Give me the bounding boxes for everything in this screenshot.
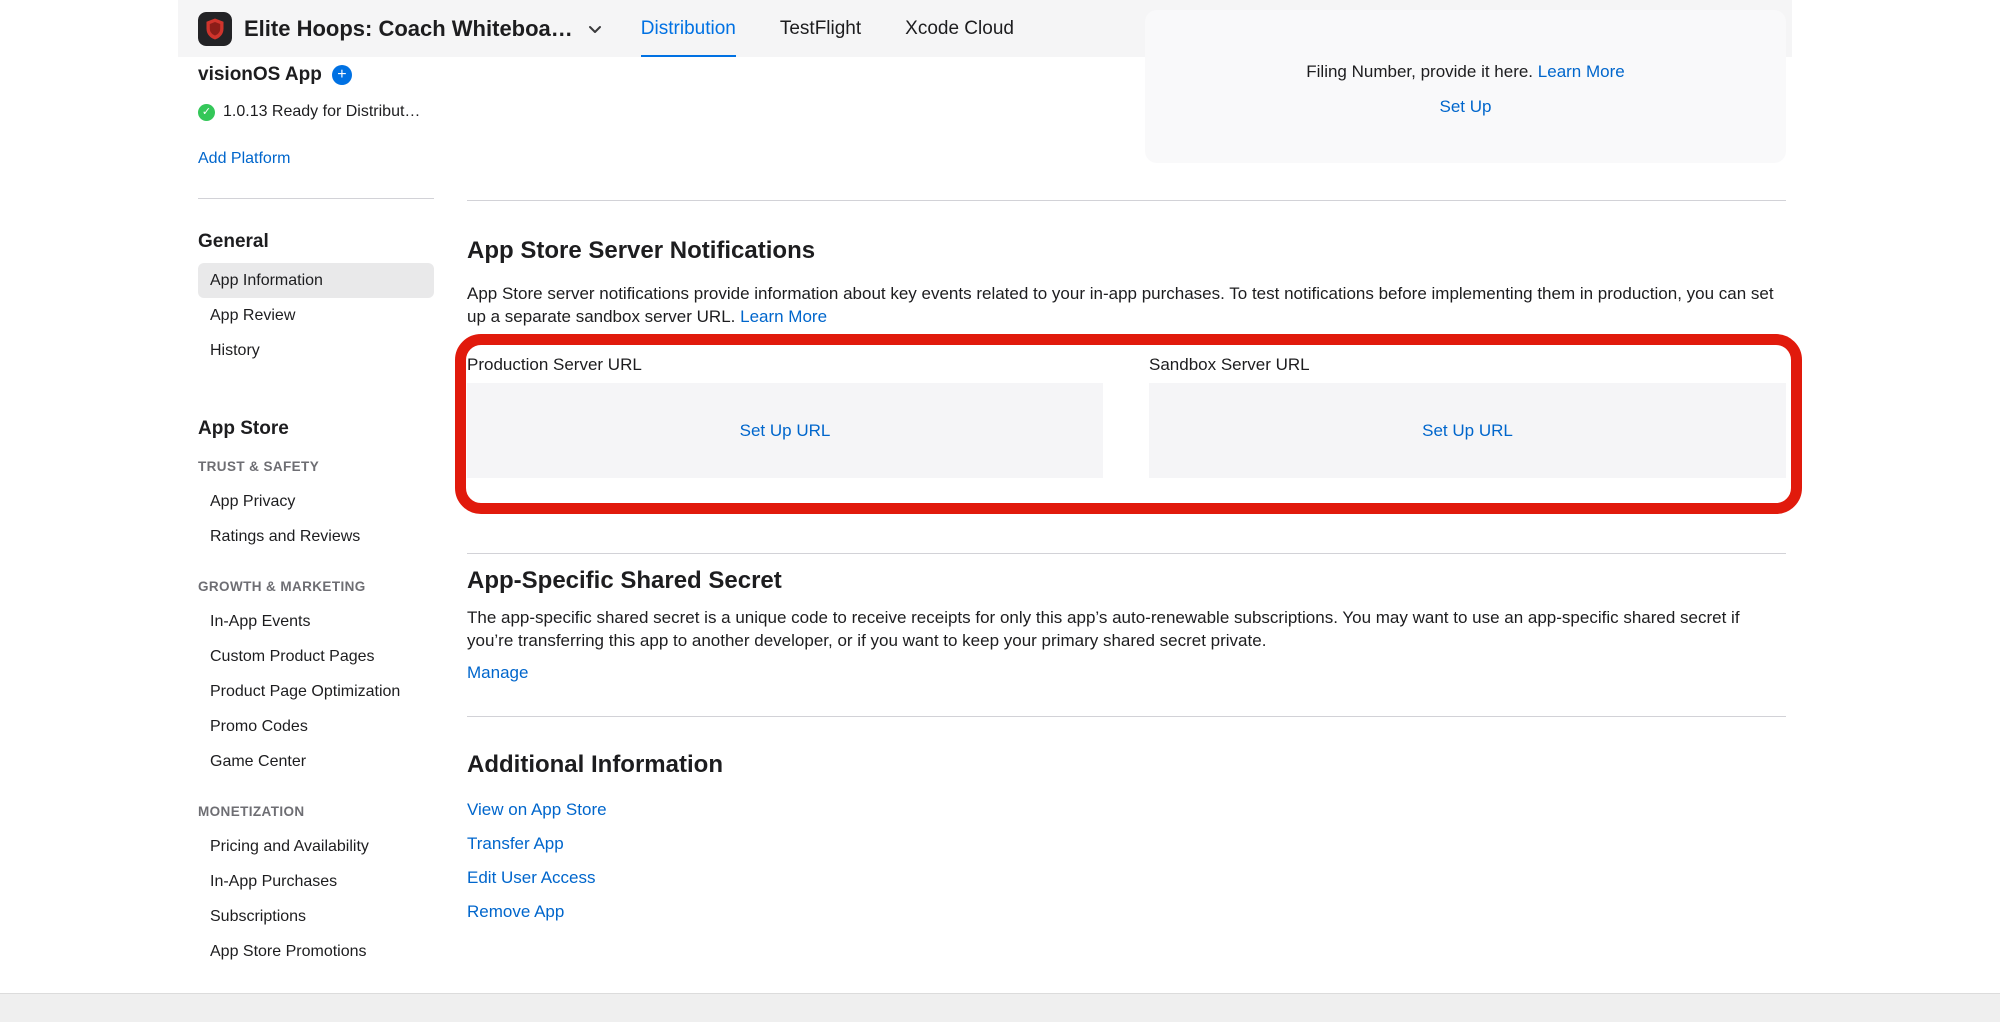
filing-learn-more-link[interactable]: Learn More (1538, 62, 1625, 81)
sidebar-divider (198, 198, 434, 199)
sidebar-item-in-app-events[interactable]: In-App Events (198, 604, 434, 639)
server-notifications-description: App Store server notifications provide i… (467, 282, 1786, 328)
platform-header: visionOS App + (198, 62, 434, 88)
sidebar-item-app-review[interactable]: App Review (198, 298, 434, 333)
app-store-connect-page: Elite Hoops: Coach Whiteboa… Distributio… (0, 0, 2000, 1022)
filing-number-label: Filing Number, provide it here. (1306, 62, 1533, 81)
production-server-url-label: Production Server URL (467, 355, 642, 375)
sidebar-item-subscriptions[interactable]: Subscriptions (198, 899, 434, 934)
server-notifications-learn-more-link[interactable]: Learn More (740, 307, 827, 326)
production-server-url-box: Set Up URL (467, 383, 1103, 478)
additional-information-title: Additional Information (467, 750, 723, 780)
production-set-up-url-link[interactable]: Set Up URL (740, 421, 831, 441)
sandbox-server-url-box: Set Up URL (1149, 383, 1786, 478)
sidebar: visionOS App + ✓ 1.0.13 Ready for Distri… (198, 57, 434, 969)
add-platform-link[interactable]: Add Platform (198, 150, 290, 167)
bottom-strip (0, 993, 2000, 1022)
monetization-nav: Pricing and Availability In-App Purchase… (198, 829, 434, 969)
edit-user-access-link[interactable]: Edit User Access (467, 867, 607, 889)
transfer-app-link[interactable]: Transfer App (467, 833, 607, 855)
manage-link[interactable]: Manage (467, 663, 528, 682)
sidebar-item-ratings-reviews[interactable]: Ratings and Reviews (198, 519, 434, 554)
sidebar-item-pricing-availability[interactable]: Pricing and Availability (198, 829, 434, 864)
filing-set-up-link[interactable]: Set Up (1440, 97, 1492, 116)
group-label-trust-safety: TRUST & SAFETY (198, 456, 434, 476)
filing-number-text: Filing Number, provide it here. Learn Mo… (1145, 61, 1786, 83)
sidebar-item-in-app-purchases[interactable]: In-App Purchases (198, 864, 434, 899)
sidebar-item-app-store-promotions[interactable]: App Store Promotions (198, 934, 434, 969)
checkmark-icon: ✓ (198, 104, 215, 121)
sidebar-item-promo-codes[interactable]: Promo Codes (198, 709, 434, 744)
shared-secret-title: App-Specific Shared Secret (467, 566, 782, 596)
sandbox-set-up-url-link[interactable]: Set Up URL (1422, 421, 1513, 441)
app-store-heading: App Store (198, 416, 434, 442)
group-label-growth-marketing: GROWTH & MARKETING (198, 576, 434, 596)
group-label-monetization: MONETIZATION (198, 801, 434, 821)
shared-secret-description: The app-specific shared secret is a uniq… (467, 606, 1786, 652)
sidebar-item-custom-product-pages[interactable]: Custom Product Pages (198, 639, 434, 674)
growth-marketing-nav: In-App Events Custom Product Pages Produ… (198, 604, 434, 779)
server-notifications-text: App Store server notifications provide i… (467, 284, 1774, 326)
sandbox-server-url-label: Sandbox Server URL (1149, 355, 1310, 375)
additional-links: View on App Store Transfer App Edit User… (467, 799, 607, 923)
version-status: 1.0.13 Ready for Distribut… (223, 103, 420, 121)
server-notifications-title: App Store Server Notifications (467, 236, 815, 266)
section-divider (467, 716, 1786, 717)
sidebar-item-product-page-optimization[interactable]: Product Page Optimization (198, 674, 434, 709)
general-heading: General (198, 229, 434, 255)
section-divider (467, 200, 1786, 201)
remove-app-link[interactable]: Remove App (467, 901, 607, 923)
sidebar-item-game-center[interactable]: Game Center (198, 744, 434, 779)
platform-title: visionOS App (198, 64, 322, 86)
trust-safety-nav: App Privacy Ratings and Reviews (198, 484, 434, 554)
general-nav: App Information App Review History (198, 263, 434, 368)
filing-number-card: Filing Number, provide it here. Learn Mo… (1145, 10, 1786, 163)
sidebar-item-app-privacy[interactable]: App Privacy (198, 484, 434, 519)
version-status-row[interactable]: ✓ 1.0.13 Ready for Distribut… (198, 100, 434, 124)
section-divider (467, 553, 1786, 554)
app-icon (198, 12, 232, 46)
sidebar-item-history[interactable]: History (198, 333, 434, 368)
add-platform-plus-icon[interactable]: + (332, 65, 352, 85)
view-on-app-store-link[interactable]: View on App Store (467, 799, 607, 821)
sidebar-item-app-information[interactable]: App Information (198, 263, 434, 298)
